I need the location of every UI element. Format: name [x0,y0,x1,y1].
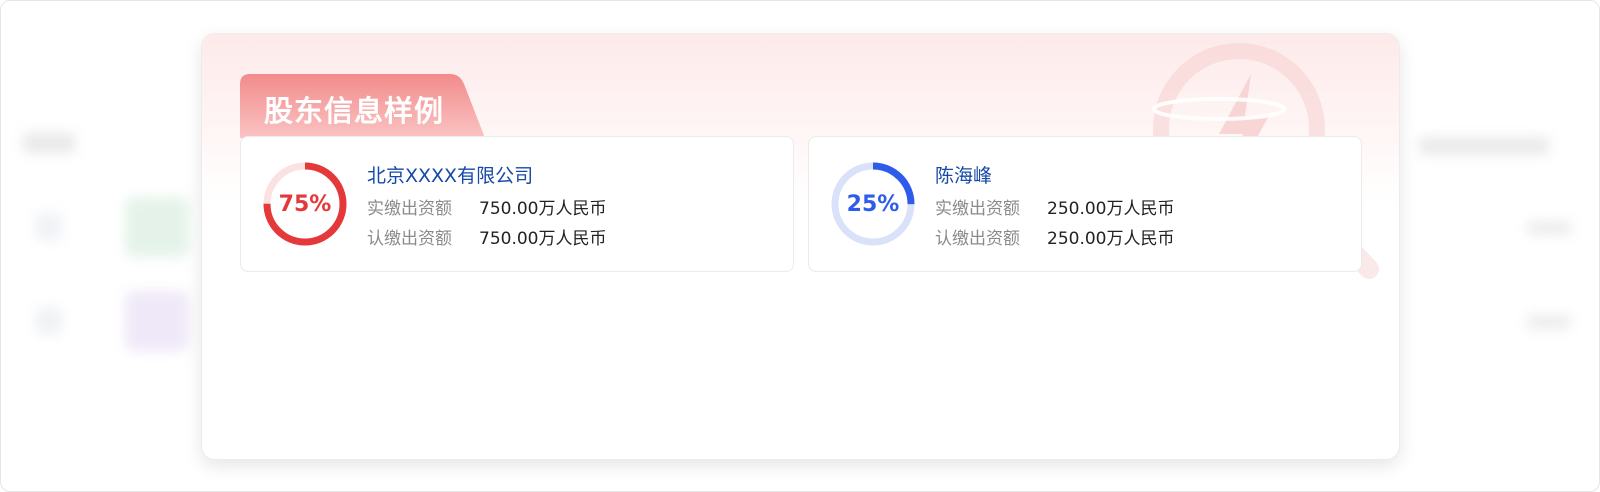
shareholder-info: 陈海峰 实缴出资额 250.00万人民币 认缴出资额 250.00万人民币 [935,161,1174,254]
background-purple-chip [125,291,189,351]
ownership-ring: 75% [261,160,349,248]
subscribed-capital-label: 认缴出资额 [367,229,452,249]
ownership-percent-label: 75% [278,191,332,217]
background-right-small-placeholder [1527,315,1571,329]
background-heading-placeholder [23,133,75,153]
ownership-ring: 25% [829,160,917,248]
paid-capital-label: 实缴出资额 [935,199,1020,219]
shareholder-sample-dialog: 股东信息样例 75% 北京XXXX有限公司 实缴出资额 750.00万人民币 认… [201,33,1400,460]
subscribed-capital-value: 250.00万人民币 [1047,229,1175,249]
background-row-icon [35,307,63,335]
shareholder-card: 75% 北京XXXX有限公司 实缴出资额 750.00万人民币 认缴出资额 75… [240,136,794,272]
dialog-title: 股东信息样例 [264,94,445,128]
background-green-chip [125,197,189,257]
background-right-small-placeholder [1527,221,1571,235]
background-row-icon [35,213,63,241]
paid-capital-label: 实缴出资额 [367,199,452,219]
subscribed-capital-row: 认缴出资额 750.00万人民币 [367,224,606,254]
paid-capital-value: 250.00万人民币 [1047,199,1175,219]
shareholder-card: 25% 陈海峰 实缴出资额 250.00万人民币 认缴出资额 250.00万人民… [808,136,1362,272]
background-right-text-placeholder [1419,137,1549,155]
ownership-percent-label: 25% [846,191,900,217]
paid-capital-row: 实缴出资额 750.00万人民币 [367,194,606,224]
subscribed-capital-value: 750.00万人民币 [479,229,607,249]
subscribed-capital-row: 认缴出资额 250.00万人民币 [935,224,1174,254]
screenshot-frame: 股东信息样例 75% 北京XXXX有限公司 实缴出资额 750.00万人民币 认… [0,0,1600,492]
shareholder-info: 北京XXXX有限公司 实缴出资额 750.00万人民币 认缴出资额 750.00… [367,161,606,254]
shareholder-name[interactable]: 陈海峰 [935,161,1174,188]
paid-capital-row: 实缴出资额 250.00万人民币 [935,194,1174,224]
paid-capital-value: 750.00万人民币 [479,199,607,219]
shareholder-name[interactable]: 北京XXXX有限公司 [367,161,606,188]
subscribed-capital-label: 认缴出资额 [935,229,1020,249]
dialog-title-tab: 股东信息样例 [240,74,490,138]
